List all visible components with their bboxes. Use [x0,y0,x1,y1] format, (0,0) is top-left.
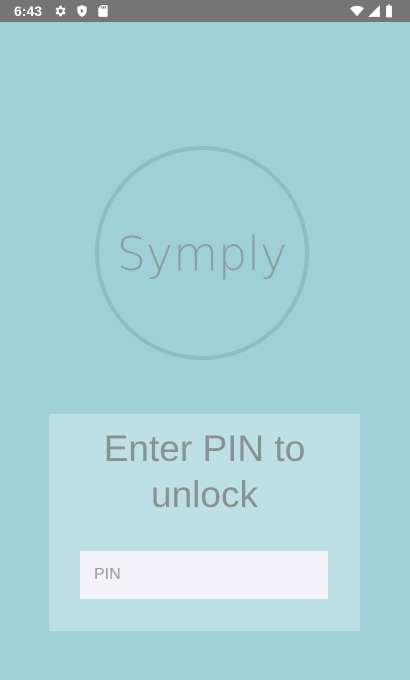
pin-input[interactable] [80,551,328,599]
gear-icon [53,4,67,18]
pin-prompt-title: Enter PIN to unlock [103,428,306,515]
sd-card-icon [96,4,110,18]
app-logo: Symply [95,146,309,360]
battery-icon [384,4,394,18]
pin-unlock-card: Enter PIN to unlock [49,414,360,631]
app-logo-text: Symply [116,227,288,281]
shield-icon [75,4,89,18]
wifi-icon [350,4,364,18]
lock-screen: 6:43 Symply Enter PIN to unlock [0,0,410,680]
status-bar: 6:43 [0,0,410,22]
signal-icon [367,4,381,18]
status-time: 6:43 [14,3,43,19]
